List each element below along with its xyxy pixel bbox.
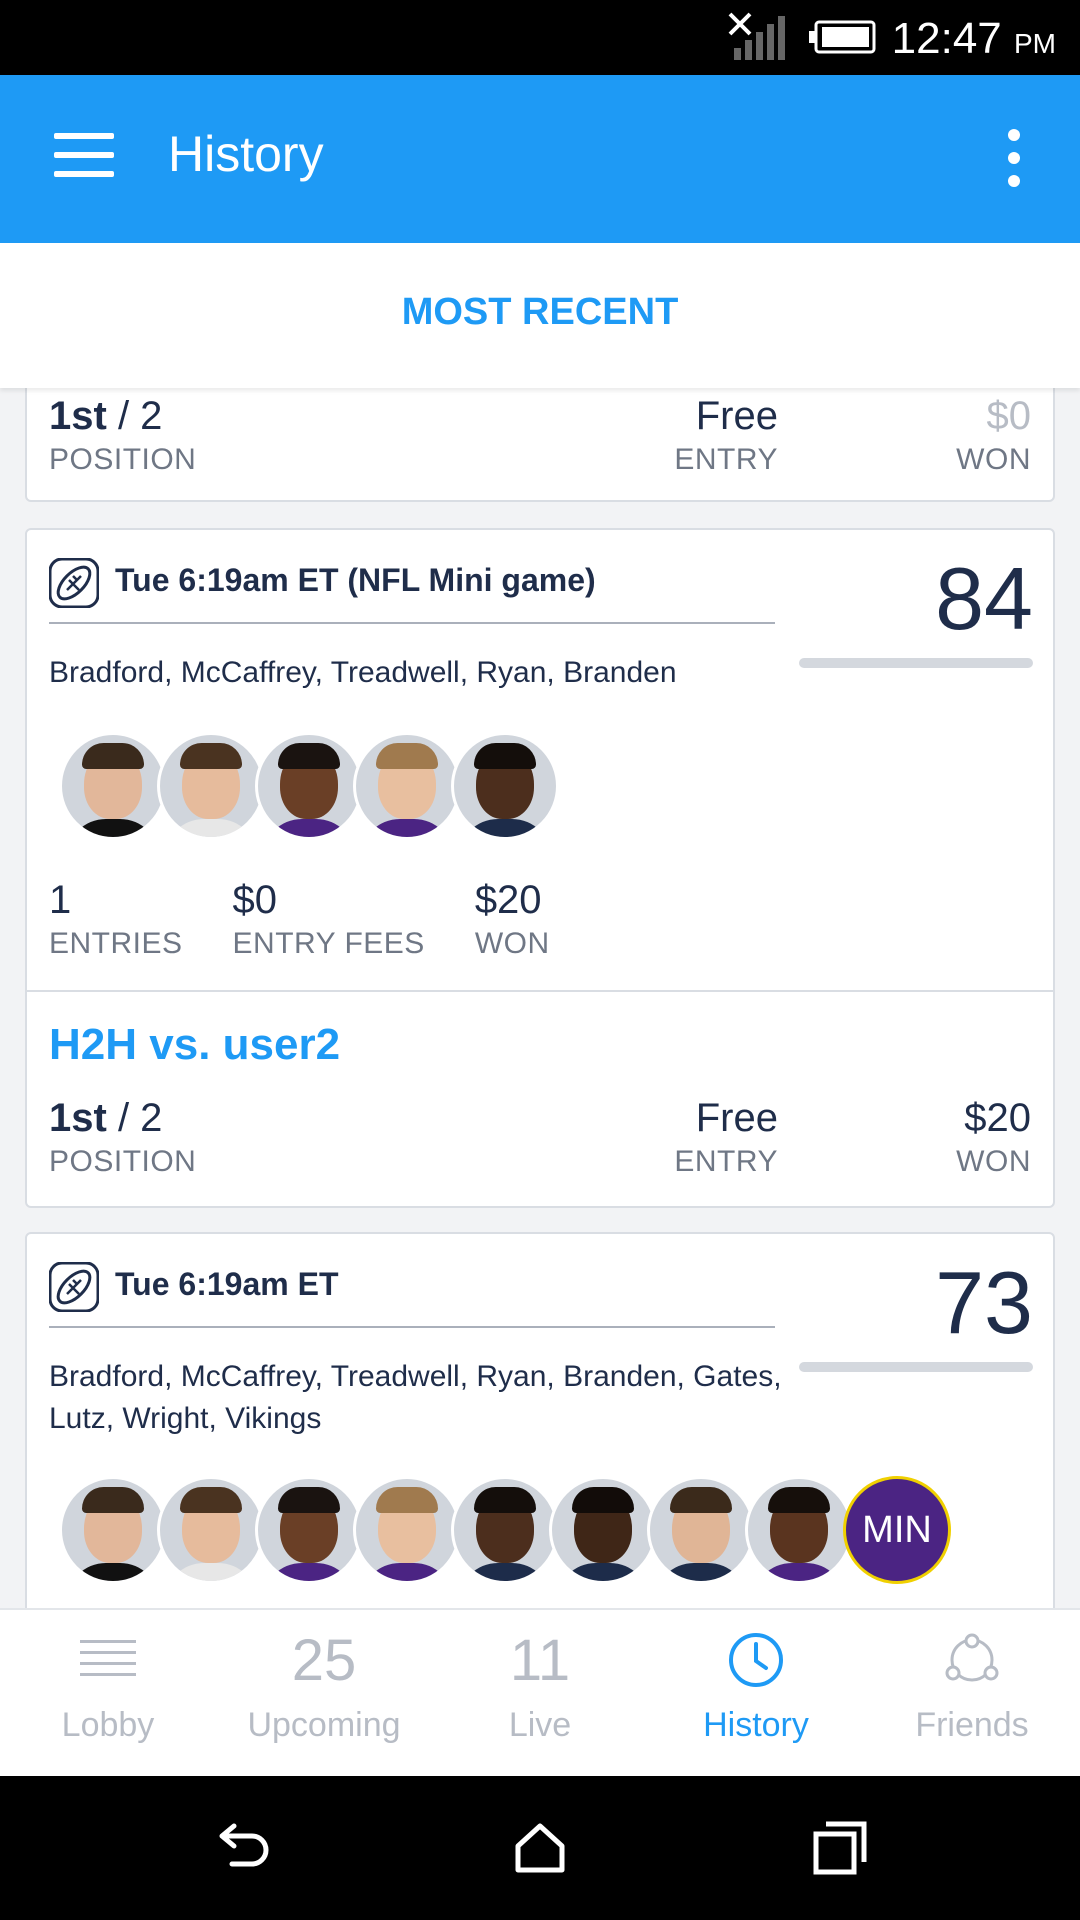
player-avatar [647,1476,755,1584]
history-list[interactable]: 1st / 2 POSITION Free ENTRY $0 WON Tue 6… [0,388,1080,1608]
contest-card[interactable]: Tue 6:19am ET (NFL Mini game) 84 Bradfor… [25,528,1055,1208]
contest-name: Tue 6:19am ET (NFL Mini game) [115,562,596,598]
lineup-players: Bradford, McCaffrey, Treadwell, Ryan, Br… [49,1360,782,1435]
hamburger-menu-icon[interactable] [54,133,114,183]
player-avatar [451,732,559,840]
list-icon [80,1640,136,1676]
contest-score: 73 [935,1253,1033,1352]
nav-upcoming[interactable]: 25 Upcoming [216,1610,432,1776]
nav-live[interactable]: 11 Live [432,1610,648,1776]
more-options-icon[interactable] [994,129,1034,189]
status-time: 12:47 PM [891,14,1056,63]
result-row: 1st / 2 POSITION Free ENTRY $20 WON [27,1096,1053,1206]
won-stat: $20 WON [474,878,550,960]
clock-icon [729,1633,783,1687]
result-row: 1st / 2 POSITION Free ENTRY $0 WON [27,394,1053,504]
nav-label: Live [508,1706,572,1744]
back-icon[interactable] [212,1818,272,1878]
position-block: 1st / 2 POSITION [49,1096,197,1178]
lineup-players: Bradford, McCaffrey, Treadwell, Ryan, Br… [49,656,677,689]
entry-fees-stat: $0 ENTRY FEES [232,878,425,960]
player-avatar [157,732,265,840]
player-avatar [255,732,363,840]
nav-history[interactable]: History [648,1610,864,1776]
nav-label: History [703,1706,809,1744]
h2h-result[interactable]: H2H vs. user2 1st / 2 POSITION Free ENTR… [27,990,1053,1206]
live-count: 11 [509,1627,571,1693]
player-avatar [255,1476,363,1584]
nav-label: Friends [915,1706,1029,1744]
nav-label: Lobby [61,1706,155,1744]
result-card[interactable]: 1st / 2 POSITION Free ENTRY $0 WON [25,388,1055,502]
contest-card[interactable]: Tue 6:19am ET 73 Bradford, McCaffrey, Tr… [25,1232,1055,1608]
team-badge-label: MIN [862,1508,932,1551]
status-bar: 12:47 PM [0,0,1080,75]
friends-icon [945,1633,999,1682]
sort-header[interactable]: MOST RECENT [0,243,1080,388]
signal-icon [728,12,785,60]
won-block: $0 WON [956,394,1031,476]
player-avatar [549,1476,657,1584]
nav-lobby[interactable]: Lobby [0,1610,216,1776]
position-block: 1st / 2 POSITION [49,394,197,476]
contest-header: Tue 6:19am ET [49,1262,775,1328]
team-avatar: MIN [843,1476,951,1584]
entry-block: Free ENTRY [674,1096,778,1178]
battery-icon [809,20,876,54]
score-bar [799,658,1033,668]
player-avatar [59,732,167,840]
app-bar: History [0,75,1080,243]
football-icon [49,1262,99,1312]
contest-stats: 1 ENTRIES $0 ENTRY FEES $20 WON [49,878,600,961]
lineup-avatars [59,732,559,840]
page-title: History [168,126,324,182]
player-avatar [59,1476,167,1584]
contest-header: Tue 6:19am ET (NFL Mini game) [49,558,775,624]
nav-label: Upcoming [247,1706,401,1744]
player-avatar [745,1476,853,1584]
player-avatar [353,732,461,840]
upcoming-count: 25 [291,1627,357,1693]
won-block: $20 WON [956,1096,1031,1178]
bottom-nav: Lobby 25 Upcoming 11 Live History Friend… [0,1608,1080,1776]
entry-block: Free ENTRY [674,394,778,476]
player-avatar [451,1476,559,1584]
score-bar [799,1362,1033,1372]
contest-name: Tue 6:19am ET [115,1266,339,1302]
home-icon[interactable] [510,1818,570,1878]
contest-summary: Tue 6:19am ET (NFL Mini game) 84 Bradfor… [27,530,1053,990]
entries-stat: 1 ENTRIES [49,878,183,960]
sort-label[interactable]: MOST RECENT [0,243,1080,334]
h2h-title[interactable]: H2H vs. user2 [49,1020,340,1070]
system-nav-bar [0,1776,1080,1920]
recents-icon[interactable] [810,1818,870,1878]
player-avatar [353,1476,461,1584]
contest-score: 84 [935,549,1033,648]
lineup-avatars: MIN [59,1476,951,1584]
contest-summary: Tue 6:19am ET 73 Bradford, McCaffrey, Tr… [27,1234,1053,1608]
football-icon [49,558,99,608]
nav-friends[interactable]: Friends [864,1610,1080,1776]
player-avatar [157,1476,265,1584]
